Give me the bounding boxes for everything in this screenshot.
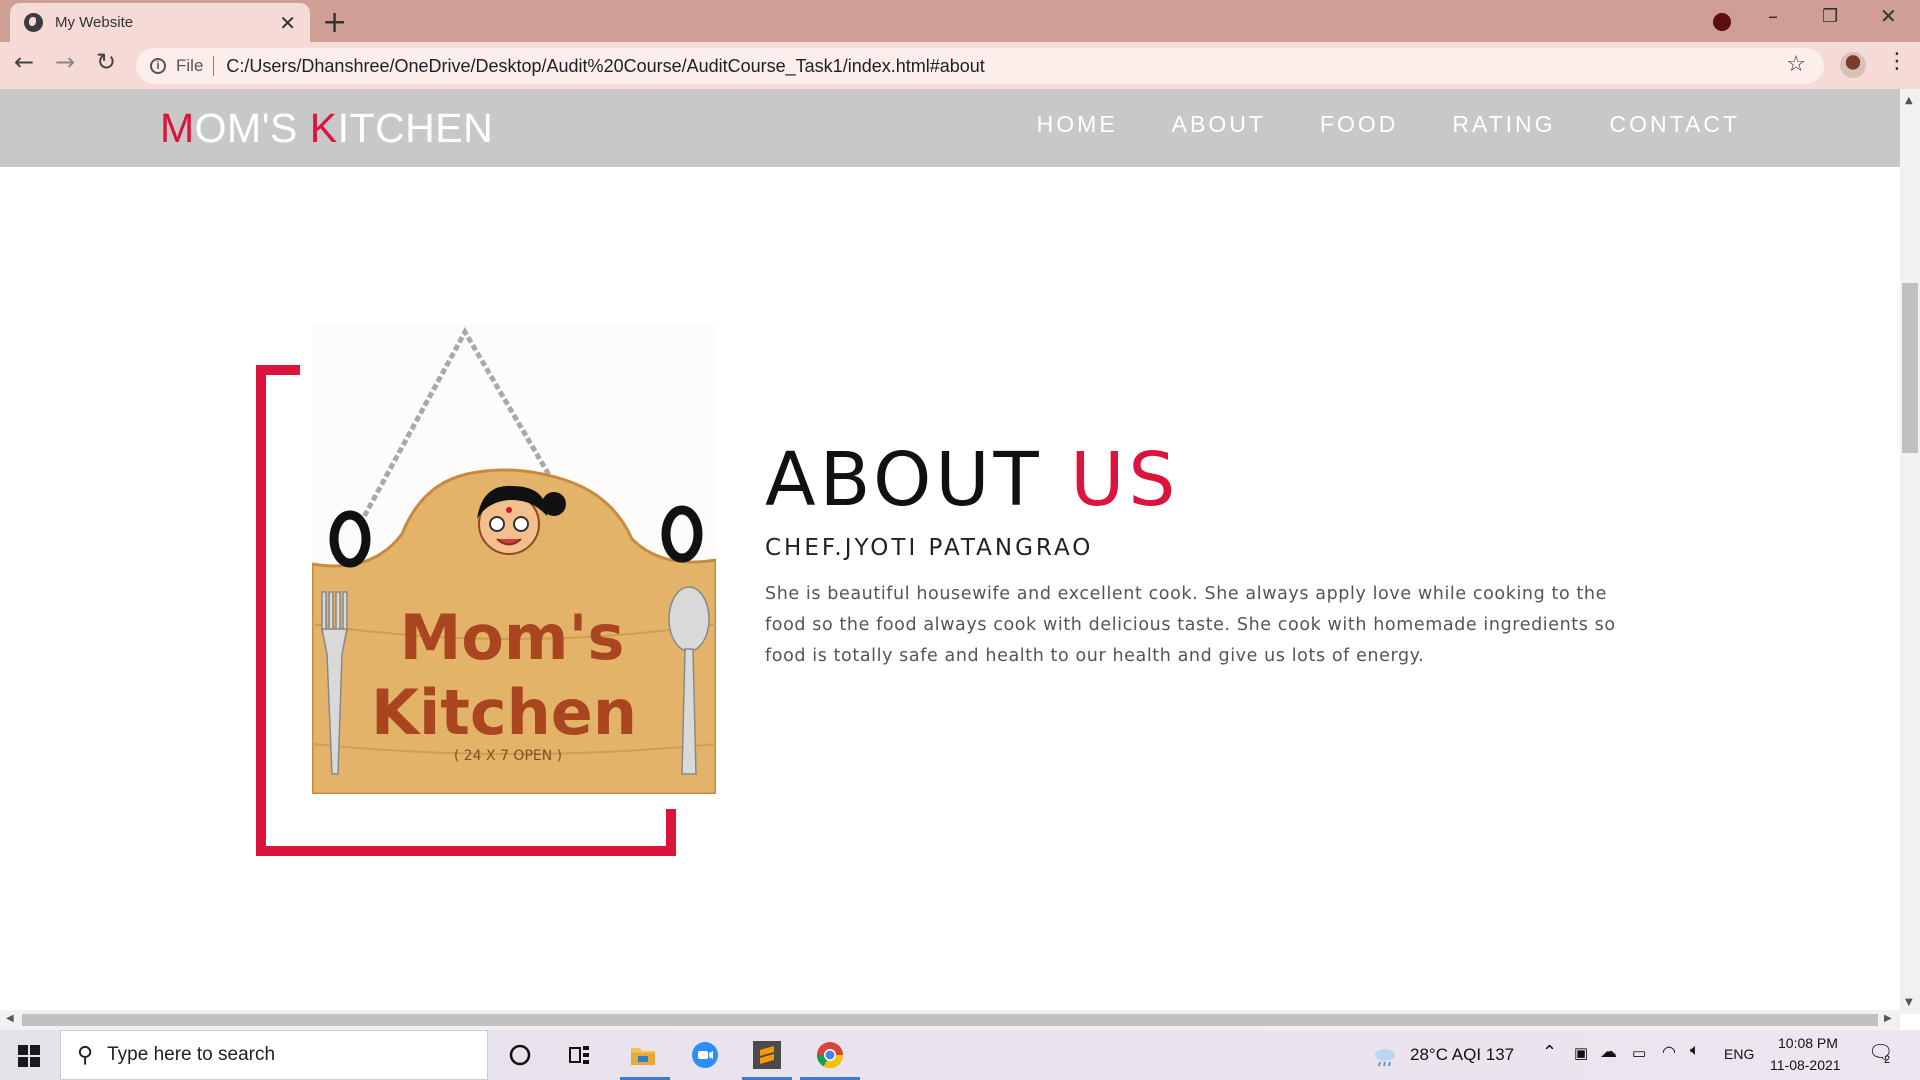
globe-icon [24,13,43,32]
bookmark-star-icon[interactable]: ☆ [1786,52,1806,77]
tab-title: My Website [55,14,134,31]
site-logo[interactable]: MOM'S KITCHEN [160,105,493,152]
scroll-right-arrow-icon[interactable]: ▶ [1884,1013,1892,1024]
maximize-button[interactable]: ❐ [1822,6,1838,27]
frame-top-border [256,365,300,375]
address-bar[interactable]: i File C:/Users/Dhanshree/OneDrive/Deskt… [136,48,1824,84]
address-separator [213,56,215,76]
close-window-button[interactable]: ✕ [1880,4,1897,28]
about-heading-main: ABOUT [765,437,1071,523]
browser-toolbar: ← → ↻ i File C:/Users/Dhanshree/OneDrive… [0,42,1920,89]
zoom-app-icon[interactable] [690,1040,720,1070]
site-navbar: MOM'S KITCHEN HOME ABOUT FOOD RATING CON… [0,89,1900,167]
vertical-scroll-thumb[interactable] [1902,283,1918,453]
windows-start-icon[interactable] [18,1045,40,1067]
horizontal-scrollbar[interactable]: ◀ ▶ [0,1010,1900,1030]
weather-text[interactable]: 28°C AQI 137 [1410,1045,1514,1065]
profile-avatar[interactable] [1840,52,1866,78]
scroll-left-arrow-icon[interactable]: ◀ [6,1013,14,1024]
scroll-up-arrow-icon[interactable]: ▲ [1905,95,1913,106]
logo-letter-k: K [309,105,338,151]
nav-contact-link[interactable]: CONTACT [1610,111,1740,138]
sign-subtitle: ( 24 X 7 OPEN ) [454,748,562,764]
about-section: ABOUT US CHEF.JYOTI PATANGRAO She is bea… [765,437,1645,672]
chrome-icon[interactable] [815,1040,845,1070]
notification-count-badge: 2 [1884,1054,1891,1066]
nav-food-link[interactable]: FOOD [1320,111,1398,138]
site-menu: HOME ABOUT FOOD RATING CONTACT [1037,111,1740,138]
sign-title-line2: Kitchen [371,676,637,749]
language-indicator[interactable]: ENG [1724,1046,1754,1062]
horizontal-scroll-thumb[interactable] [22,1014,1878,1026]
vertical-scrollbar[interactable]: ▲ ▼ [1900,89,1920,1014]
page-viewport: MOM'S KITCHEN HOME ABOUT FOOD RATING CON… [0,89,1900,1014]
frame-left-border [256,365,266,856]
frame-bottom-border [256,846,676,856]
taskbar-search-placeholder: Type here to search [107,1044,276,1065]
reload-button[interactable]: ↻ [96,48,116,76]
clock-date[interactable]: 11-08-2021 [1770,1057,1841,1073]
sign-title-line1: Mom's [400,601,625,674]
browser-titlebar: My Website ✕ + – ❐ ✕ [0,0,1920,42]
logo-word-moms: OM'S [194,105,310,151]
volume-icon[interactable]: 🔈︎ [1690,1042,1700,1060]
browser-menu-button[interactable]: ⋮ [1886,49,1908,74]
file-explorer-icon[interactable] [628,1040,658,1070]
logo-letter-m: M [160,105,195,151]
frame-right-border [666,809,676,856]
address-url[interactable]: C:/Users/Dhanshree/OneDrive/Desktop/Audi… [226,56,984,77]
new-tab-button[interactable]: + [322,5,347,40]
about-heading-accent: US [1070,437,1180,523]
profile-indicator-icon[interactable] [1713,13,1731,31]
taskbar-search-box[interactable]: ⚲ Type here to search [60,1030,488,1080]
moms-kitchen-sign-image: Mom's Kitchen ( 24 X 7 OPEN ) [312,324,716,794]
battery-icon[interactable]: ▭ [1632,1044,1646,1062]
nav-rating-link[interactable]: RATING [1452,111,1555,138]
nav-home-link[interactable]: HOME [1037,111,1118,138]
address-scheme: File [176,56,204,75]
back-button[interactable]: ← [14,48,34,76]
info-icon[interactable]: i [150,58,166,74]
search-icon: ⚲ [77,1042,94,1068]
cortana-icon[interactable] [505,1040,535,1070]
show-hidden-icons-icon[interactable]: ⌃ [1542,1042,1557,1063]
tab-close-button[interactable]: ✕ [279,11,296,35]
weather-icon[interactable] [1370,1040,1400,1070]
logo-word-kitchen: ITCHEN [337,105,494,151]
minimize-button[interactable]: – [1768,4,1778,28]
nav-about-link[interactable]: ABOUT [1172,111,1266,138]
scroll-down-arrow-icon[interactable]: ▼ [1905,997,1913,1008]
about-heading: ABOUT US [765,437,1645,523]
wifi-icon[interactable]: ◠ [1662,1042,1676,1062]
clock-time[interactable]: 10:08 PM [1778,1035,1838,1051]
windows-taskbar: ⚲ Type here to search 28°C AQI 137 ⌃ ▣ ☁… [0,1030,1920,1080]
about-description: She is beautiful housewife and excellent… [765,584,1616,666]
sublime-text-icon[interactable] [752,1040,782,1070]
chef-name: CHEF.JYOTI PATANGRAO [765,535,1094,561]
meet-now-icon[interactable]: ▣ [1574,1044,1588,1062]
onedrive-cloud-icon[interactable]: ☁ [1600,1042,1617,1062]
task-view-icon[interactable] [565,1040,595,1070]
browser-tab[interactable]: My Website ✕ [10,3,310,42]
forward-button[interactable]: → [55,48,75,76]
